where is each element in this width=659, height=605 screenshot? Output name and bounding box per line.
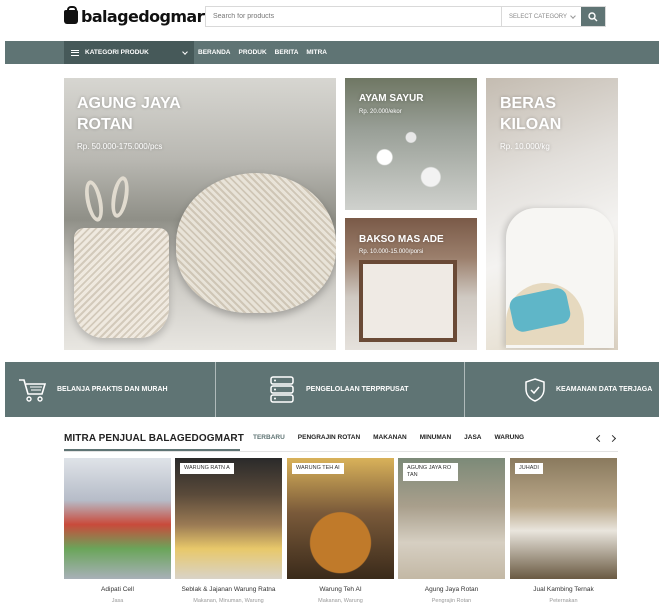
chevron-down-icon <box>182 48 188 55</box>
seller-image: AGUNG JAYA RO TAN <box>398 458 505 579</box>
hero-price: Rp. 50.000-175.000/pcs <box>77 142 163 151</box>
feature-label: KEAMANAN DATA TERJAGA <box>556 386 653 393</box>
seller-badge: WARUNG TEH AI <box>292 463 344 475</box>
seller-badge: AGUNG JAYA RO TAN <box>403 463 458 482</box>
seller-image: WARUNG RATN A <box>175 458 282 579</box>
carousel-pager <box>595 433 617 443</box>
rattan-basket-image <box>74 228 169 338</box>
search-icon <box>588 11 598 21</box>
chevron-left-icon[interactable] <box>595 434 604 443</box>
seller-category: Peternakan <box>549 598 578 604</box>
seller-category: Pengrajin Rotan <box>431 598 472 604</box>
seller-category: Makanan, Minuman, Warung <box>193 598 264 604</box>
feature-keamanan: KEAMANAN DATA TERJAGA <box>524 362 652 417</box>
search-input[interactable] <box>206 7 501 26</box>
feature-label: BELANJA PRAKTIS DAN MURAH <box>57 386 168 393</box>
seller-image: WARUNG TEH AI <box>287 458 394 579</box>
search-button[interactable] <box>581 7 605 26</box>
tab-warung[interactable]: WARUNG <box>495 434 525 441</box>
shield-check-icon <box>525 377 545 402</box>
category-select-label: SELECT CATEGORY <box>509 13 568 20</box>
seller-name: Jual Kambing Ternak <box>533 586 594 593</box>
nav-link-mitra[interactable]: MITRA <box>306 49 327 56</box>
logo-text: balagedogmart <box>81 7 212 26</box>
menu-board-image <box>359 260 457 342</box>
main-navbar: KATEGORI PRODUK BERANDA PRODUK BERITA MI… <box>5 41 659 64</box>
features-bar: BELANJA PRAKTIS DAN MURAH PENGELOLAAN TE… <box>5 362 659 417</box>
tab-makanan[interactable]: MAKANAN <box>373 434 407 441</box>
site-logo[interactable]: balagedogmart <box>64 5 212 26</box>
server-icon <box>270 375 294 403</box>
chevron-right-icon[interactable] <box>608 434 617 443</box>
hero-price: Rp. 10.000-15.000/porsi <box>359 249 424 255</box>
seller-name: Warung Teh AI <box>319 586 362 593</box>
tab-minuman[interactable]: MINUMAN <box>420 434 451 441</box>
seller-image <box>64 458 171 579</box>
feature-label: PENGELOLAAN TERPRPUSAT <box>306 386 409 393</box>
seller-name: Adipati Cell <box>101 586 134 593</box>
hero-tile-beras-kiloan[interactable]: BERAS KILOAN Rp. 10.000/kg <box>486 78 618 350</box>
category-dropdown-label: KATEGORI PRODUK <box>85 49 149 56</box>
seller-card[interactable]: WARUNG RATN A Seblak & Jajanan Warung Ra… <box>175 458 282 605</box>
rattan-bowl-image <box>176 173 336 313</box>
shopping-bag-icon <box>64 5 78 24</box>
seller-card[interactable]: AGUNG JAYA RO TAN Agung Jaya Rotan Pengr… <box>398 458 505 605</box>
category-dropdown[interactable]: KATEGORI PRODUK <box>64 41 194 64</box>
seller-name: Seblak & Jajanan Warung Ratna <box>181 586 276 593</box>
section-title: MITRA PENJUAL BALAGEDOGMART <box>64 433 244 444</box>
seller-card[interactable]: Adipati Cell Jasa <box>64 458 171 605</box>
nav-link-beranda[interactable]: BERANDA <box>198 49 231 56</box>
seller-name: Agung Jaya Rotan <box>424 586 479 593</box>
tab-jasa[interactable]: JASA <box>464 434 481 441</box>
hero-tile-agung-jaya-rotan[interactable]: AGUNG JAYA ROTAN Rp. 50.000-175.000/pcs <box>64 78 336 350</box>
hero-title: BERAS KILOAN <box>500 95 562 133</box>
seller-badge: WARUNG RATN A <box>180 463 234 475</box>
seller-badge: JUHADI <box>515 463 543 475</box>
feature-pengelolaan: PENGELOLAAN TERPRPUSAT <box>268 362 409 417</box>
seller-filter-tabs: TERBARU PENGRAJIN ROTAN MAKANAN MINUMAN … <box>253 434 524 441</box>
nav-links: BERANDA PRODUK BERITA MITRA <box>198 41 327 64</box>
divider <box>464 362 465 417</box>
tab-terbaru[interactable]: TERBARU <box>253 434 285 441</box>
hero-price: Rp. 20.000/ekor <box>359 109 402 115</box>
seller-category: Jasa <box>111 598 124 604</box>
hero-tile-bakso-mas-ade[interactable]: BAKSO MAS ADE Rp. 10.000-15.000/porsi <box>345 218 477 350</box>
rattan-ear-image <box>81 178 107 224</box>
hero-title: AGUNG JAYA ROTAN <box>77 95 181 133</box>
shopping-cart-icon <box>19 378 47 402</box>
nav-link-produk[interactable]: PRODUK <box>239 49 267 56</box>
hero-title: BAKSO MAS ADE <box>359 234 444 245</box>
seller-card[interactable]: JUHADI Jual Kambing Ternak Peternakan <box>510 458 617 605</box>
hero-title: AYAM SAYUR <box>359 93 424 104</box>
seller-category: Makanan, Warung <box>318 598 363 604</box>
hero-price: Rp. 10.000/kg <box>500 142 550 151</box>
menu-icon <box>71 49 79 56</box>
nav-link-berita[interactable]: BERITA <box>275 49 299 56</box>
feature-belanja: BELANJA PRAKTIS DAN MURAH <box>17 362 168 417</box>
hero-tile-ayam-sayur[interactable]: AYAM SAYUR Rp. 20.000/ekor <box>345 78 477 210</box>
search-bar: SELECT CATEGORY <box>205 6 606 27</box>
seller-card[interactable]: WARUNG TEH AI Warung Teh AI Makanan, War… <box>287 458 394 605</box>
tab-pengrajin-rotan[interactable]: PENGRAJIN ROTAN <box>298 434 360 441</box>
category-select[interactable]: SELECT CATEGORY <box>501 7 581 26</box>
chevron-down-icon <box>570 12 576 19</box>
seller-image: JUHADI <box>510 458 617 579</box>
rattan-ear-image <box>108 174 132 220</box>
site-header: balagedogmart SELECT CATEGORY <box>0 0 659 38</box>
divider <box>215 362 216 417</box>
divider <box>64 451 618 452</box>
